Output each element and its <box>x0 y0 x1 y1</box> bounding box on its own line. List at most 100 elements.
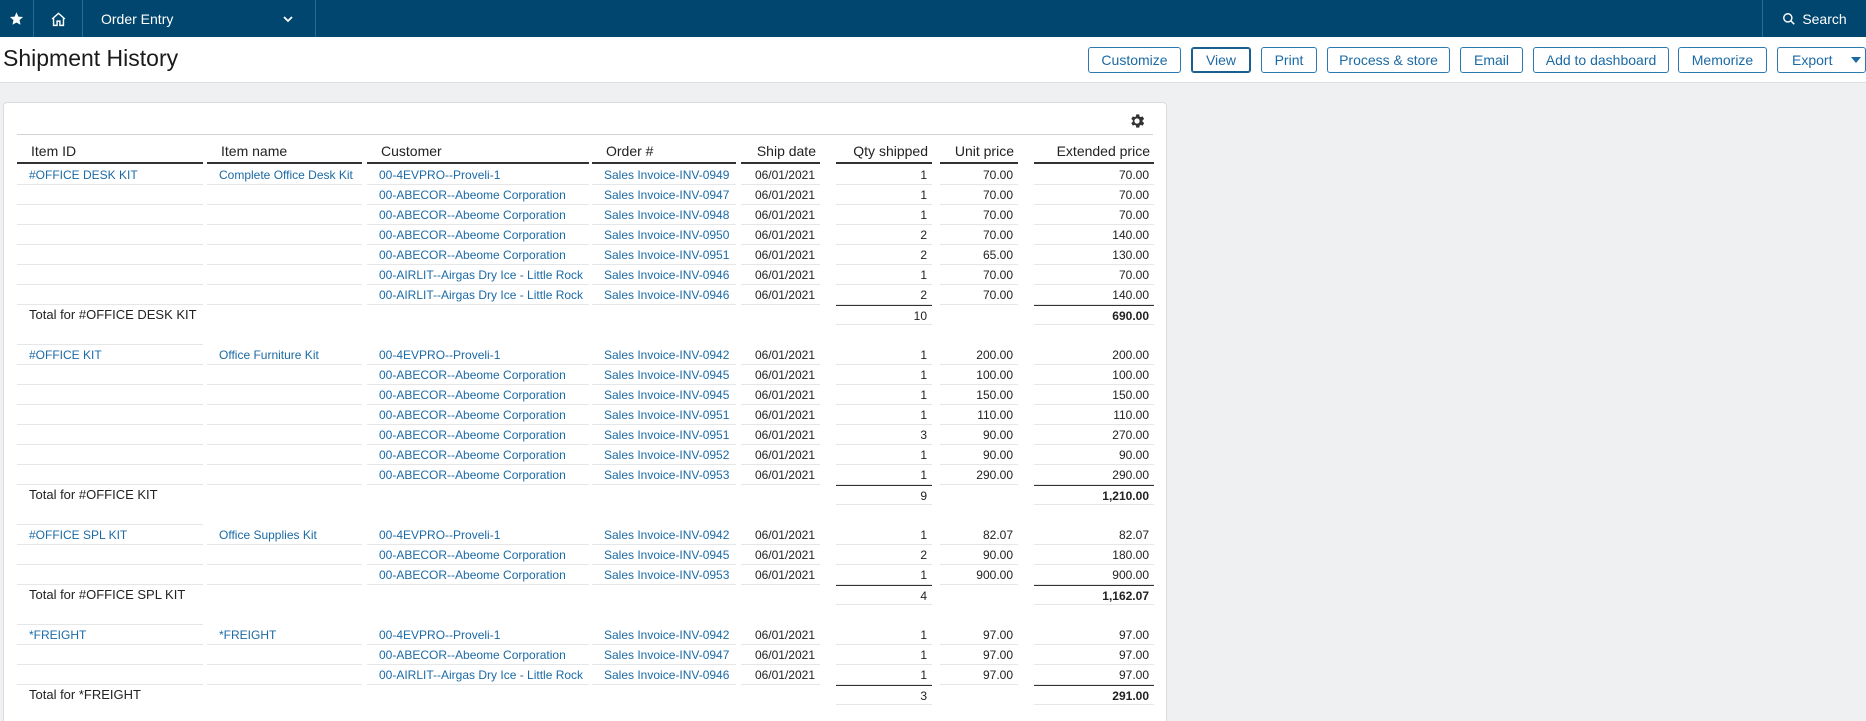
item-name-link[interactable]: Office Supplies Kit <box>207 525 362 545</box>
order-link[interactable]: Sales Invoice-INV-0952 <box>592 445 736 465</box>
item-id-empty <box>17 385 203 405</box>
column-header-ship-date[interactable]: Ship date <box>741 143 820 164</box>
customer-link[interactable]: 00-ABECOR--Abeome Corporation <box>367 185 589 205</box>
customer-link[interactable]: 00-4EVPRO--Proveli-1 <box>367 625 589 645</box>
column-header-item-name[interactable]: Item name <box>207 143 362 164</box>
unit-price: 97.00 <box>940 625 1018 645</box>
customer-link[interactable]: 00-ABECOR--Abeome Corporation <box>367 425 589 445</box>
unit-price: 65.00 <box>940 245 1018 265</box>
customer-link[interactable]: 00-4EVPRO--Proveli-1 <box>367 165 589 185</box>
customer-link[interactable]: 00-ABECOR--Abeome Corporation <box>367 205 589 225</box>
customer-link[interactable]: 00-ABECOR--Abeome Corporation <box>367 365 589 385</box>
group-total-extended: 1,162.07 <box>1034 585 1154 605</box>
unit-price: 90.00 <box>940 445 1018 465</box>
print-button[interactable]: Print <box>1261 47 1317 73</box>
item-id-link[interactable]: *FREIGHT <box>17 625 203 645</box>
order-link[interactable]: Sales Invoice-INV-0949 <box>592 165 736 185</box>
customer-link[interactable]: 00-ABECOR--Abeome Corporation <box>367 545 589 565</box>
customer-link[interactable]: 00-ABECOR--Abeome Corporation <box>367 405 589 425</box>
search-label: Search <box>1802 10 1847 27</box>
unit-price: 97.00 <box>940 665 1018 685</box>
order-link[interactable]: Sales Invoice-INV-0951 <box>592 245 736 265</box>
order-link[interactable]: Sales Invoice-INV-0945 <box>592 365 736 385</box>
top-nav-bar: Order Entry Search <box>0 0 1866 37</box>
extended-price: 180.00 <box>1034 545 1154 565</box>
group-total-qty: 4 <box>836 585 932 605</box>
customer-link[interactable]: 00-4EVPRO--Proveli-1 <box>367 345 589 365</box>
column-header-extended-price[interactable]: Extended price <box>1034 143 1154 164</box>
column-header-unit-price[interactable]: Unit price <box>940 143 1018 164</box>
customize-button[interactable]: Customize <box>1088 47 1181 73</box>
order-link[interactable]: Sales Invoice-INV-0942 <box>592 345 736 365</box>
customer-link[interactable]: 00-ABECOR--Abeome Corporation <box>367 385 589 405</box>
export-dropdown-caret[interactable] <box>1846 47 1866 73</box>
customer-link[interactable]: 00-AIRLIT--Airgas Dry Ice - Little Rock <box>367 665 589 685</box>
customer-link[interactable]: 00-ABECOR--Abeome Corporation <box>367 645 589 665</box>
order-link[interactable]: Sales Invoice-INV-0942 <box>592 625 736 645</box>
item-name-link[interactable]: *FREIGHT <box>207 625 362 645</box>
order-link[interactable]: Sales Invoice-INV-0945 <box>592 385 736 405</box>
customer-link[interactable]: 00-ABECOR--Abeome Corporation <box>367 465 589 485</box>
email-button[interactable]: Email <box>1460 47 1523 73</box>
customer-link[interactable]: 00-4EVPRO--Proveli-1 <box>367 525 589 545</box>
order-link[interactable]: Sales Invoice-INV-0953 <box>592 565 736 585</box>
order-link[interactable]: Sales Invoice-INV-0948 <box>592 205 736 225</box>
unit-price: 900.00 <box>940 565 1018 585</box>
item-name-link[interactable]: Office Furniture Kit <box>207 345 362 365</box>
search-button[interactable]: Search <box>1762 0 1866 37</box>
customer-link[interactable]: 00-AIRLIT--Airgas Dry Ice - Little Rock <box>367 265 589 285</box>
customer-link[interactable]: 00-ABECOR--Abeome Corporation <box>367 565 589 585</box>
customer-link[interactable]: 00-AIRLIT--Airgas Dry Ice - Little Rock <box>367 285 589 305</box>
unit-price: 90.00 <box>940 545 1018 565</box>
group-total-extended: 291.00 <box>1034 685 1154 705</box>
order-link[interactable]: Sales Invoice-INV-0950 <box>592 225 736 245</box>
extended-price: 140.00 <box>1034 285 1154 305</box>
extended-price: 70.00 <box>1034 265 1154 285</box>
order-link[interactable]: Sales Invoice-INV-0951 <box>592 425 736 445</box>
item-id-link[interactable]: #OFFICE KIT <box>17 345 203 365</box>
gear-icon <box>1131 114 1145 128</box>
extended-price: 900.00 <box>1034 565 1154 585</box>
app-selector[interactable]: Order Entry <box>83 0 316 37</box>
unit-price: 200.00 <box>940 345 1018 365</box>
customer-link[interactable]: 00-ABECOR--Abeome Corporation <box>367 245 589 265</box>
order-link[interactable]: Sales Invoice-INV-0945 <box>592 545 736 565</box>
item-name-empty <box>207 665 362 685</box>
item-id-empty <box>17 645 203 665</box>
group-total-label: Total for *FREIGHT <box>29 687 141 702</box>
column-header-customer[interactable]: Customer <box>367 143 589 164</box>
extended-price: 70.00 <box>1034 205 1154 225</box>
order-link[interactable]: Sales Invoice-INV-0947 <box>592 645 736 665</box>
process-store-button[interactable]: Process & store <box>1327 47 1450 73</box>
item-name-link[interactable]: Complete Office Desk Kit <box>207 165 362 185</box>
extended-price: 270.00 <box>1034 425 1154 445</box>
customer-link[interactable]: 00-ABECOR--Abeome Corporation <box>367 445 589 465</box>
order-link[interactable]: Sales Invoice-INV-0946 <box>592 285 736 305</box>
qty-shipped: 1 <box>836 165 932 185</box>
view-button[interactable]: View <box>1191 47 1251 73</box>
add-to-dashboard-button[interactable]: Add to dashboard <box>1533 47 1669 73</box>
order-link[interactable]: Sales Invoice-INV-0946 <box>592 265 736 285</box>
qty-shipped: 1 <box>836 445 932 465</box>
favorites-button[interactable] <box>0 0 34 37</box>
group-total-qty: 3 <box>836 685 932 705</box>
report-settings-button[interactable] <box>1128 112 1146 130</box>
column-header-order[interactable]: Order # <box>592 143 736 164</box>
group-total-qty: 10 <box>836 305 932 325</box>
item-id-link[interactable]: #OFFICE DESK KIT <box>17 165 203 185</box>
order-link[interactable]: Sales Invoice-INV-0953 <box>592 465 736 485</box>
order-link[interactable]: Sales Invoice-INV-0946 <box>592 665 736 685</box>
column-header-qty-shipped[interactable]: Qty shipped <box>836 143 932 164</box>
item-id-empty <box>17 445 203 465</box>
extended-price: 290.00 <box>1034 465 1154 485</box>
order-link[interactable]: Sales Invoice-INV-0947 <box>592 185 736 205</box>
memorize-button[interactable]: Memorize <box>1678 47 1767 73</box>
order-link[interactable]: Sales Invoice-INV-0942 <box>592 525 736 545</box>
item-id-link[interactable]: #OFFICE SPL KIT <box>17 525 203 545</box>
home-button[interactable] <box>34 0 83 37</box>
order-link[interactable]: Sales Invoice-INV-0951 <box>592 405 736 425</box>
group-total-label: Total for #OFFICE DESK KIT <box>29 307 197 322</box>
customer-link[interactable]: 00-ABECOR--Abeome Corporation <box>367 225 589 245</box>
unit-price: 290.00 <box>940 465 1018 485</box>
column-header-item-id[interactable]: Item ID <box>17 143 203 164</box>
